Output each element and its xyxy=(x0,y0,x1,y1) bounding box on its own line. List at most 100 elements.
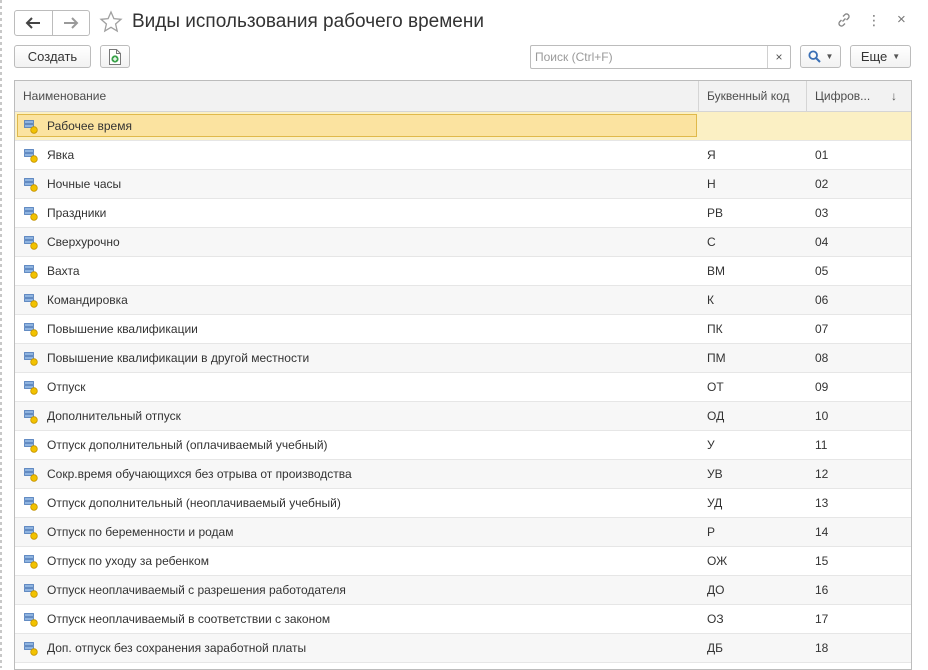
cell-name: Вахта xyxy=(15,257,699,285)
cell-name: Сверхурочно xyxy=(15,228,699,256)
item-icon xyxy=(24,120,38,134)
cell-name: Рабочее время xyxy=(15,112,699,140)
more-actions-button[interactable]: Еще ▼ xyxy=(850,45,911,68)
cell-digital-code: 06 xyxy=(815,293,829,307)
table-row[interactable]: Вахта ВМ 05 xyxy=(15,257,911,286)
arrow-left-icon xyxy=(25,17,41,29)
window-menu-icon[interactable]: ⋮ xyxy=(867,12,881,29)
cell-digital-code: 12 xyxy=(815,467,829,481)
item-name: Рабочее время xyxy=(47,119,132,133)
cell-name: Доп. отпуск без сохранения заработной пл… xyxy=(15,634,699,662)
cell-letter-code: ОЖ xyxy=(707,554,728,568)
item-icon xyxy=(24,497,38,511)
item-name: Отпуск дополнительный (неоплачиваемый уч… xyxy=(47,496,341,510)
table-row[interactable]: Повышение квалификации ПК 07 xyxy=(15,315,911,344)
table-row[interactable]: Отпуск ОТ 09 xyxy=(15,373,911,402)
cell-letter-code xyxy=(707,663,807,669)
cell-letter-code: ОД xyxy=(707,409,725,423)
sort-descending-icon: ↓ xyxy=(891,89,897,103)
close-icon[interactable]: × xyxy=(897,11,906,28)
table-header: Наименование Буквенный код Цифров... ↓ xyxy=(15,81,911,112)
cell-digital-code: 08 xyxy=(815,351,829,365)
cell-name: Отпуск дополнительный (неоплачиваемый уч… xyxy=(15,489,699,517)
item-icon xyxy=(24,526,38,540)
table-row[interactable]: Доп. отпуск без сохранения заработной пл… xyxy=(15,634,911,663)
search-icon xyxy=(808,50,821,63)
item-icon xyxy=(24,236,38,250)
create-button[interactable]: Создать xyxy=(14,45,91,68)
table-row[interactable] xyxy=(15,663,911,669)
item-name: Ночные часы xyxy=(47,177,122,191)
table-row[interactable]: Отпуск неоплачиваемый в соответствии с з… xyxy=(15,605,911,634)
cell-name xyxy=(15,663,699,669)
title-bar: Виды использования рабочего времени ⋮ × xyxy=(0,0,928,42)
item-icon xyxy=(24,323,38,337)
item-icon xyxy=(24,352,38,366)
link-icon[interactable] xyxy=(836,12,852,28)
search-clear-button[interactable]: × xyxy=(767,46,790,68)
item-icon xyxy=(24,468,38,482)
cell-name: Отпуск xyxy=(15,373,699,401)
cell-digital-code: 01 xyxy=(815,148,829,162)
table-row[interactable]: Отпуск по беременности и родам Р 14 xyxy=(15,518,911,547)
search-options-button[interactable]: ▼ xyxy=(800,45,841,68)
item-name: Сокр.время обучающихся без отрыва от про… xyxy=(47,467,352,481)
cell-name: Отпуск дополнительный (оплачиваемый учеб… xyxy=(15,431,699,459)
cell-letter-code: ОТ xyxy=(707,380,724,394)
page-title: Виды использования рабочего времени xyxy=(132,11,484,32)
table-row[interactable]: Ночные часы Н 02 xyxy=(15,170,911,199)
table-row[interactable]: Отпуск дополнительный (оплачиваемый учеб… xyxy=(15,431,911,460)
cell-letter-code: Я xyxy=(707,148,716,162)
item-icon xyxy=(24,555,38,569)
work-time-types-table: Наименование Буквенный код Цифров... ↓ Р… xyxy=(14,80,912,670)
table-row[interactable]: Явка Я 01 xyxy=(15,141,911,170)
cell-letter-code: ОЗ xyxy=(707,612,724,626)
item-icon xyxy=(24,439,38,453)
cell-digital-code: 18 xyxy=(815,641,829,655)
cell-letter-code: К xyxy=(707,293,714,307)
table-body: Рабочее время Явка Я 01 Ночные часы Н 02 Праздн… xyxy=(15,112,911,669)
cell-digital-code: 17 xyxy=(815,612,829,626)
cell-digital-code: 14 xyxy=(815,525,829,539)
search-field: × xyxy=(530,45,791,69)
item-name: Отпуск неоплачиваемый в соответствии с з… xyxy=(47,612,331,626)
table-row[interactable]: Отпуск по уходу за ребенком ОЖ 15 xyxy=(15,547,911,576)
table-row[interactable]: Командировка К 06 xyxy=(15,286,911,315)
table-row[interactable]: Отпуск дополнительный (неоплачиваемый уч… xyxy=(15,489,911,518)
cell-letter-code: ДО xyxy=(707,583,725,597)
favorite-star-icon[interactable] xyxy=(99,10,123,34)
back-button[interactable] xyxy=(15,11,53,35)
table-row[interactable]: Дополнительный отпуск ОД 10 xyxy=(15,402,911,431)
cell-name: Сокр.время обучающихся без отрыва от про… xyxy=(15,460,699,488)
table-row[interactable]: Повышение квалификации в другой местност… xyxy=(15,344,911,373)
table-row[interactable]: Сверхурочно С 04 xyxy=(15,228,911,257)
column-header-digital-code[interactable]: Цифров... ↓ xyxy=(807,81,911,111)
cell-name: Отпуск неоплачиваемый с разрешения работ… xyxy=(15,576,699,604)
cell-digital-code: 11 xyxy=(815,438,828,452)
item-name: Явка xyxy=(47,148,75,162)
table-row[interactable]: Праздники РВ 03 xyxy=(15,199,911,228)
column-header-name[interactable]: Наименование xyxy=(15,81,699,111)
document-add-icon xyxy=(109,48,121,65)
table-row[interactable]: Сокр.время обучающихся без отрыва от про… xyxy=(15,460,911,489)
table-row[interactable]: Рабочее время xyxy=(15,112,911,141)
more-actions-label: Еще xyxy=(860,49,888,64)
cell-letter-code: ПК xyxy=(707,322,723,336)
cell-letter-code: Н xyxy=(707,177,716,191)
column-header-letter-code[interactable]: Буквенный код xyxy=(699,81,807,111)
cell-digital-code: 13 xyxy=(815,496,829,510)
cell-letter-code: РВ xyxy=(707,206,724,220)
add-from-copy-button[interactable] xyxy=(100,45,130,68)
item-icon xyxy=(24,410,38,424)
item-name: Отпуск дополнительный (оплачиваемый учеб… xyxy=(47,438,328,452)
item-name: Повышение квалификации в другой местност… xyxy=(47,351,310,365)
item-icon xyxy=(24,178,38,192)
item-icon xyxy=(24,613,38,627)
cell-digital-code: 05 xyxy=(815,264,829,278)
forward-button[interactable] xyxy=(53,11,90,35)
item-name: Отпуск неоплачиваемый с разрешения работ… xyxy=(47,583,346,597)
cell-letter-code xyxy=(707,112,807,140)
search-input[interactable] xyxy=(531,46,771,68)
table-row[interactable]: Отпуск неоплачиваемый с разрешения работ… xyxy=(15,576,911,605)
cell-digital-code xyxy=(815,663,905,669)
